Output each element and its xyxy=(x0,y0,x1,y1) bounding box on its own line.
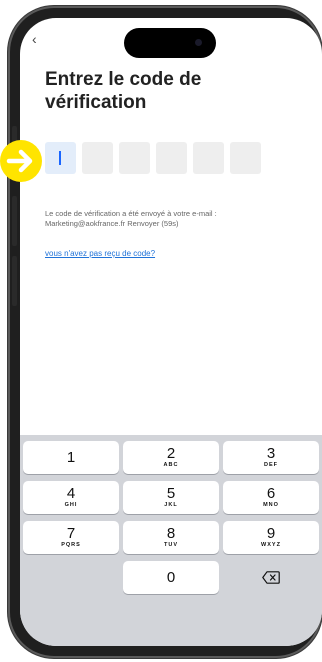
volume-down-button xyxy=(12,256,17,306)
code-digit-box-3[interactable] xyxy=(119,142,150,174)
key-0[interactable]: 0 xyxy=(123,561,219,594)
key-digit: 7 xyxy=(66,525,76,542)
dynamic-island xyxy=(124,28,216,58)
key-letters: TUV xyxy=(164,542,178,548)
key-7[interactable]: 7 PQRS xyxy=(23,521,119,554)
key-digit: 1 xyxy=(66,449,76,466)
code-sent-message: Le code de vérification a été envoyé à v… xyxy=(45,209,217,218)
key-digit: 2 xyxy=(166,445,176,462)
text-caret xyxy=(59,151,61,165)
phone-screen: ‹ Entrez le code de vérification Le code… xyxy=(20,18,322,646)
key-digit: 5 xyxy=(166,485,176,502)
key-letters: ABC xyxy=(163,462,179,468)
key-letters: PQRS xyxy=(61,542,81,548)
key-letters: GHI xyxy=(64,502,78,508)
stage: ‹ Entrez le code de vérification Le code… xyxy=(0,0,322,662)
key-letters: DEF xyxy=(264,462,278,468)
code-sent-info: Le code de vérification a été envoyé à v… xyxy=(45,209,295,229)
code-digit-box-5[interactable] xyxy=(193,142,224,174)
key-digit: 0 xyxy=(166,569,176,586)
key-letters: JKL xyxy=(164,502,178,508)
key-digit: 9 xyxy=(266,525,276,542)
key-digit: 6 xyxy=(266,485,276,502)
key-2[interactable]: 2 ABC xyxy=(123,441,219,474)
key-digit: 8 xyxy=(166,525,176,542)
delete-key[interactable] xyxy=(223,561,319,594)
numeric-keypad: 1 2 ABC 3 DEF 4 GHI 5 JKL 6 MNO 7 PQRS 8… xyxy=(20,435,322,646)
key-9[interactable]: 9 WXYZ xyxy=(223,521,319,554)
back-button[interactable]: ‹ xyxy=(32,32,37,46)
code-digit-box-1[interactable] xyxy=(45,142,76,174)
page-title: Entrez le code de vérification xyxy=(45,69,202,113)
key-8[interactable]: 8 TUV xyxy=(123,521,219,554)
key-digit: 4 xyxy=(66,485,76,502)
volume-up-button xyxy=(12,196,17,246)
code-digit-box-2[interactable] xyxy=(82,142,113,174)
key-digit: 3 xyxy=(266,445,276,462)
key-3[interactable]: 3 DEF xyxy=(223,441,319,474)
key-4[interactable]: 4 GHI xyxy=(23,481,119,514)
no-code-received-link[interactable]: vous n'avez pas reçu de code? xyxy=(45,249,155,258)
key-5[interactable]: 5 JKL xyxy=(123,481,219,514)
code-digit-box-4[interactable] xyxy=(156,142,187,174)
key-1[interactable]: 1 xyxy=(23,441,119,474)
key-letters: WXYZ xyxy=(261,542,281,548)
arrow-right-icon xyxy=(6,149,33,173)
camera-dot xyxy=(195,39,202,46)
code-digit-box-6[interactable] xyxy=(230,142,261,174)
key-letters: MNO xyxy=(263,502,279,508)
annotation-marker xyxy=(0,140,42,182)
key-6[interactable]: 6 MNO xyxy=(223,481,319,514)
email-and-resend-timer: Marketing@aokfrance.fr Renvoyer (59s) xyxy=(45,219,179,228)
backspace-icon xyxy=(262,571,280,584)
